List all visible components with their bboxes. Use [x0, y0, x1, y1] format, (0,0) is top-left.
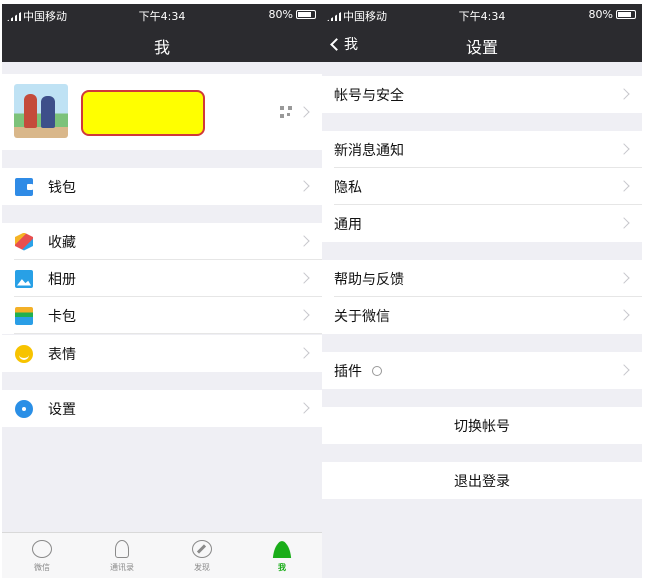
settings-item-label: 隐私 — [334, 179, 362, 196]
gear-icon — [15, 399, 33, 418]
chevron-right-icon — [618, 364, 630, 376]
profile-card[interactable] — [2, 74, 322, 150]
tab-bar: 微信 通讯录 发现 我 — [2, 532, 322, 578]
contacts-icon — [115, 540, 129, 558]
switch-account-button[interactable]: 切换帐号 — [322, 407, 642, 444]
menu-item-settings[interactable]: 设置 — [2, 390, 322, 427]
nav-bar: 中国移动 下午4:34 80% 我 设置 — [322, 4, 642, 62]
settings-item-label: 帮助与反馈 — [334, 271, 404, 288]
qr-code-icon[interactable] — [280, 106, 292, 118]
settings-privacy[interactable]: 隐私 — [322, 168, 642, 205]
avatar[interactable] — [14, 84, 68, 138]
menu-item-label: 钱包 — [48, 179, 76, 196]
card-package-icon — [15, 306, 33, 325]
settings-plugins[interactable]: 插件 — [322, 352, 642, 389]
tab-label: 微信 — [34, 563, 50, 572]
tab-discover[interactable]: 发现 — [162, 533, 242, 578]
status-bar: 中国移动 下午4:34 80% — [2, 4, 322, 24]
settings-item-label: 新消息通知 — [334, 142, 404, 159]
settings-help-feedback[interactable]: 帮助与反馈 — [322, 260, 642, 297]
settings-general[interactable]: 通用 — [322, 205, 642, 242]
chevron-right-icon — [618, 88, 630, 100]
battery-percent: 80% — [588, 8, 613, 21]
chat-bubble-icon — [32, 540, 52, 558]
menu-item-album[interactable]: 相册 — [2, 260, 322, 297]
tab-label: 发现 — [194, 563, 210, 572]
favorites-cube-icon — [15, 232, 33, 251]
logout-label: 退出登录 — [454, 473, 510, 490]
tab-label: 我 — [278, 563, 286, 572]
page-title: 设置 — [465, 38, 498, 57]
chevron-right-icon — [298, 180, 310, 192]
settings-item-label: 帐号与安全 — [334, 87, 404, 104]
chevron-right-icon — [298, 272, 310, 284]
chevron-right-icon — [298, 235, 310, 247]
person-icon — [272, 540, 292, 558]
menu-item-label: 设置 — [48, 401, 76, 418]
plugin-badge-icon — [372, 365, 382, 376]
settings-about[interactable]: 关于微信 — [322, 297, 642, 334]
chevron-right-icon — [618, 272, 630, 284]
menu-item-stickers[interactable]: 表情 — [2, 335, 322, 372]
tab-me[interactable]: 我 — [242, 533, 322, 578]
logout-button[interactable]: 退出登录 — [322, 462, 642, 499]
page-title: 我 — [153, 38, 170, 57]
menu-item-favorites[interactable]: 收藏 — [2, 223, 322, 260]
smiley-icon — [15, 344, 33, 363]
settings-notifications[interactable]: 新消息通知 — [322, 131, 642, 168]
chevron-right-icon — [618, 143, 630, 155]
battery-percent: 80% — [268, 8, 293, 21]
battery-icon — [616, 10, 636, 19]
settings-item-label: 插件 — [334, 363, 362, 380]
photo-album-icon — [15, 269, 33, 288]
settings-account-security[interactable]: 帐号与安全 — [322, 76, 642, 113]
chevron-right-icon — [618, 309, 630, 321]
menu-item-label: 收藏 — [48, 234, 76, 251]
me-screen: 中国移动 下午4:34 80% 我 钱包 收藏 相册 卡包 表情 设置 微信 通… — [2, 4, 322, 578]
nav-bar: 中国移动 下午4:34 80% 我 — [2, 4, 322, 62]
tab-label: 通讯录 — [110, 563, 134, 572]
menu-item-label: 卡包 — [48, 308, 76, 325]
menu-item-label: 表情 — [48, 346, 76, 363]
wallet-icon — [15, 177, 33, 196]
settings-screen: 中国移动 下午4:34 80% 我 设置 帐号与安全 新消息通知 隐私 通用 帮… — [322, 4, 642, 578]
settings-item-label: 通用 — [334, 216, 362, 233]
tab-chats[interactable]: 微信 — [2, 533, 82, 578]
status-bar: 中国移动 下午4:34 80% — [322, 4, 642, 24]
tab-contacts[interactable]: 通讯录 — [82, 533, 162, 578]
settings-item-label: 关于微信 — [334, 308, 390, 325]
chevron-right-icon — [298, 347, 310, 359]
battery-icon — [296, 10, 316, 19]
switch-account-label: 切换帐号 — [454, 418, 510, 435]
menu-item-cards[interactable]: 卡包 — [2, 297, 322, 334]
chevron-right-icon — [618, 180, 630, 192]
chevron-right-icon — [298, 309, 310, 321]
menu-item-label: 相册 — [48, 271, 76, 288]
menu-item-wallet[interactable]: 钱包 — [2, 168, 322, 205]
chevron-right-icon — [298, 402, 310, 414]
compass-icon — [192, 540, 212, 558]
redacted-username — [81, 90, 205, 136]
chevron-right-icon — [618, 217, 630, 229]
chevron-right-icon — [298, 106, 310, 118]
